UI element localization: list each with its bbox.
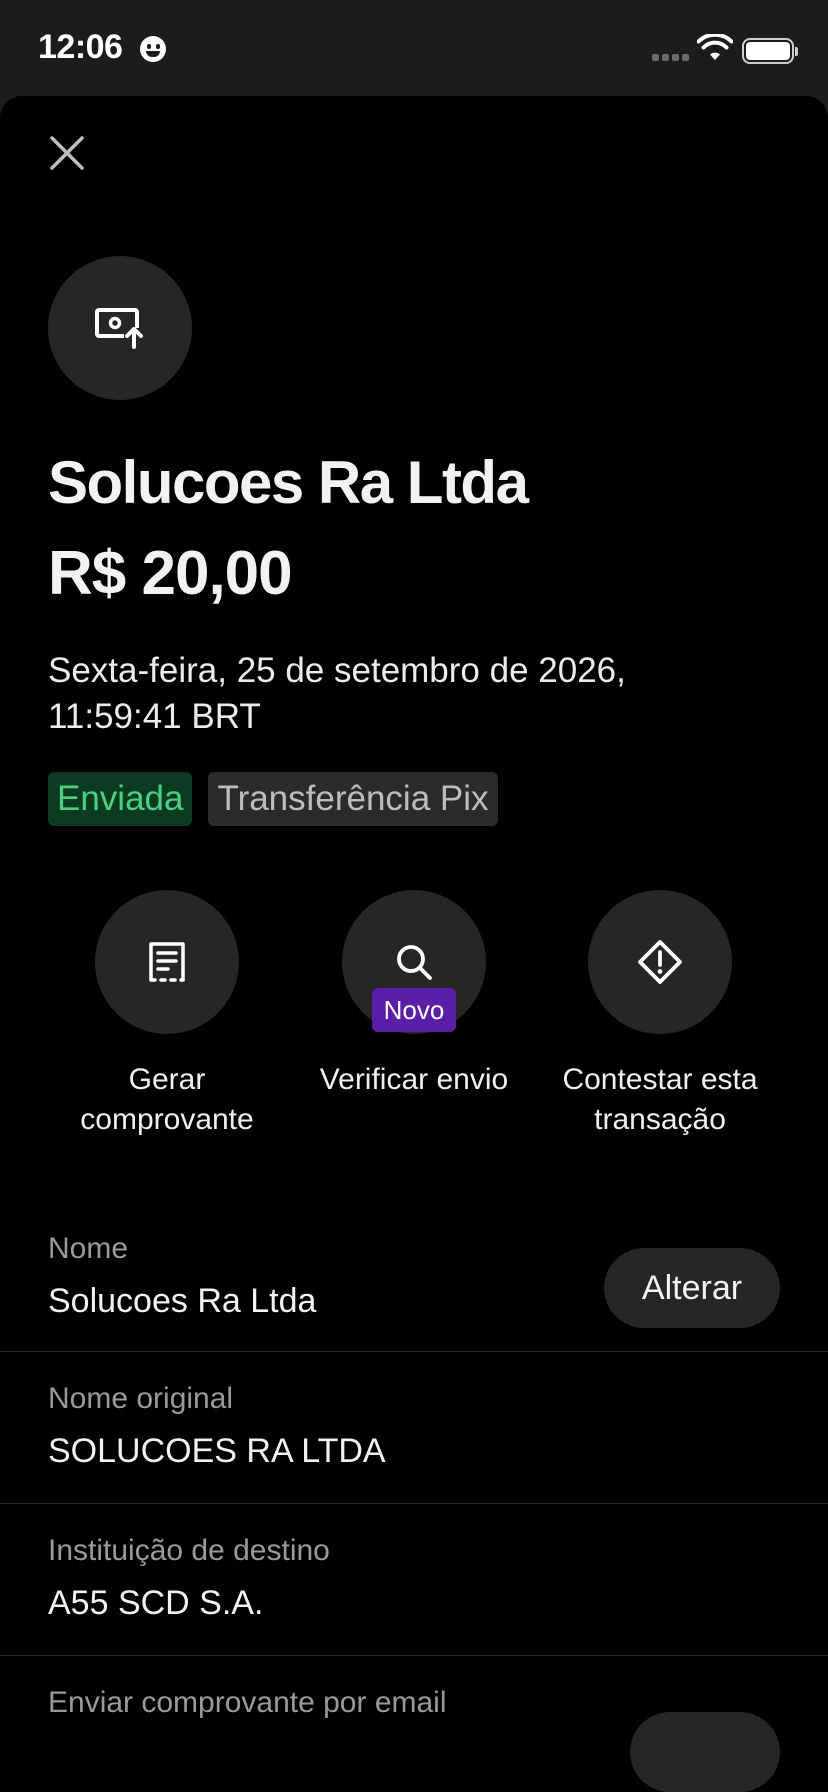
email-receipt-label: Enviar comprovante por email xyxy=(48,1686,447,1719)
status-time: 12:06 xyxy=(38,28,123,66)
new-badge: Novo xyxy=(372,988,456,1032)
wifi-icon xyxy=(697,34,733,60)
original-name-value: SOLUCOES RA LTDA xyxy=(48,1432,386,1470)
generate-receipt-button[interactable]: Gerar comprovante xyxy=(47,890,287,1140)
cellular-signal-icon xyxy=(652,54,689,61)
destination-institution-row: Instituição de destino A55 SCD S.A. xyxy=(0,1504,828,1656)
transfer-type-badge: Transferência Pix xyxy=(208,772,498,826)
status-bar: 12:06 xyxy=(0,0,828,96)
dispute-transaction-button[interactable]: Contestar esta transação xyxy=(540,890,780,1140)
generate-receipt-circle[interactable] xyxy=(95,890,239,1034)
transfer-avatar xyxy=(48,256,192,400)
email-receipt-button[interactable] xyxy=(630,1712,780,1792)
battery-icon xyxy=(742,38,798,64)
receipt-icon xyxy=(149,942,185,982)
destination-institution-value: A55 SCD S.A. xyxy=(48,1584,264,1622)
name-label: Nome xyxy=(48,1232,129,1265)
alert-diamond-icon xyxy=(638,940,682,984)
quick-actions: Gerar comprovante Novo Verificar envio C… xyxy=(0,890,828,1230)
verify-sending-circle[interactable]: Novo xyxy=(342,890,486,1034)
transaction-detail-sheet: Solucoes Ra Ltda R$ 20,00 Sexta-feira, 2… xyxy=(0,96,828,1792)
verify-sending-label: Verificar envio xyxy=(319,1063,509,1096)
smiley-icon xyxy=(140,36,166,62)
status-badge: Enviada xyxy=(48,772,193,826)
original-name-row: Nome original SOLUCOES RA LTDA xyxy=(0,1352,828,1504)
money-send-icon xyxy=(95,308,144,350)
destination-institution-label: Instituição de destino xyxy=(48,1534,330,1567)
name-value: Solucoes Ra Ltda xyxy=(48,1282,317,1320)
merchant-name: Solucoes Ra Ltda xyxy=(48,449,529,516)
generate-receipt-label: Gerar comprovante xyxy=(80,1063,254,1136)
alter-name-button[interactable]: Alterar xyxy=(604,1248,780,1328)
close-icon xyxy=(50,136,84,170)
original-name-label: Nome original xyxy=(48,1382,234,1415)
dispute-transaction-label: Contestar esta transação xyxy=(562,1063,758,1136)
badges-row: Enviada Transferência Pix xyxy=(48,772,498,826)
transaction-amount: R$ 20,00 xyxy=(48,539,293,608)
verify-sending-button[interactable]: Novo Verificar envio xyxy=(294,890,534,1100)
search-icon xyxy=(397,945,432,980)
close-button[interactable] xyxy=(44,130,90,176)
transaction-datetime: Sexta-feira, 25 de setembro de 2026, 11:… xyxy=(48,651,626,736)
name-row: Nome Solucoes Ra Ltda Alterar xyxy=(0,1220,828,1352)
dispute-transaction-circle[interactable] xyxy=(588,890,732,1034)
